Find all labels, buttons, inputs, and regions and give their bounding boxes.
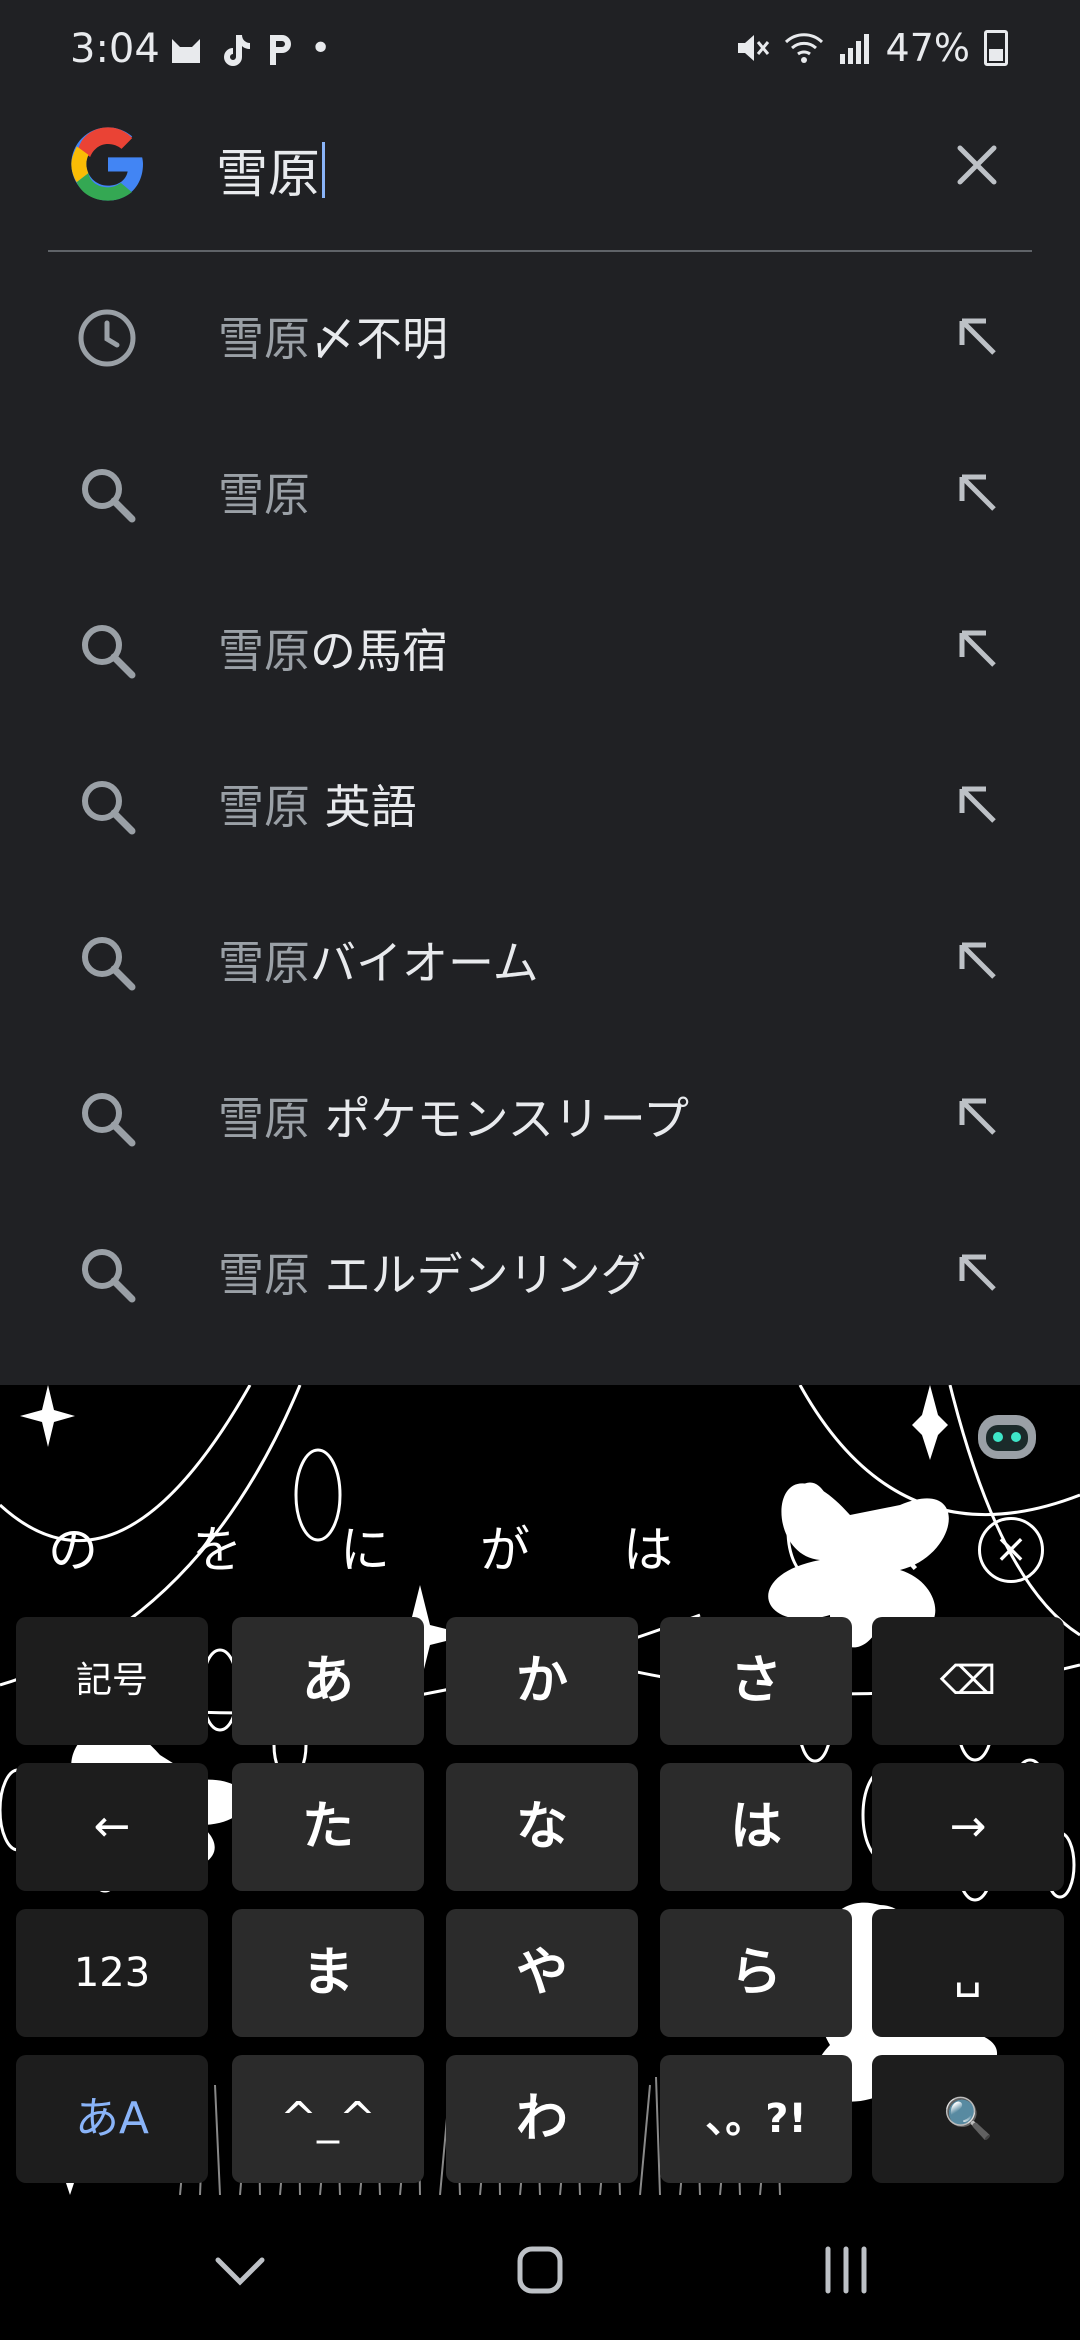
search-bar: 雪原 bbox=[48, 110, 1032, 252]
keyboard: の を に が は 、 × 記号 あ か さ ⌫ ← た な は → 123 ま… bbox=[0, 1385, 1080, 2195]
search-icon bbox=[82, 1249, 136, 1303]
home-button-icon[interactable] bbox=[500, 2235, 580, 2305]
key-na-row[interactable]: な bbox=[446, 1763, 638, 1891]
cursor-right-key[interactable]: → bbox=[872, 1763, 1064, 1891]
key-a-row[interactable]: あ bbox=[232, 1617, 424, 1745]
cat-app-icon bbox=[172, 38, 200, 63]
search-icon bbox=[82, 469, 136, 523]
punctuation-key[interactable]: 、。?! bbox=[660, 2055, 852, 2183]
suggestion-item[interactable]: 雪原バイオーム bbox=[0, 879, 1080, 1035]
fill-query-arrow-icon[interactable] bbox=[948, 619, 1008, 679]
fill-query-arrow-icon[interactable] bbox=[948, 1243, 1008, 1303]
input-mode-toggle-key[interactable]: あA bbox=[16, 2055, 208, 2183]
key-ra-row[interactable]: ら bbox=[660, 1909, 852, 2037]
status-dot: • bbox=[310, 28, 332, 69]
cursor-left-key[interactable]: ← bbox=[16, 1763, 208, 1891]
key-ta-row[interactable]: た bbox=[232, 1763, 424, 1891]
fill-query-arrow-icon[interactable] bbox=[948, 1087, 1008, 1147]
fill-query-arrow-icon[interactable] bbox=[948, 307, 1008, 367]
key-ka-row[interactable]: か bbox=[446, 1617, 638, 1745]
search-icon bbox=[82, 1093, 136, 1147]
numeric-mode-key[interactable]: 123 bbox=[16, 1909, 208, 2037]
p-app-icon bbox=[270, 34, 291, 65]
suggestion-text: 雪原バイオーム bbox=[218, 936, 539, 990]
suggestion-text: 雪原 英語 bbox=[218, 780, 417, 834]
suggestion-item[interactable]: 雪原 bbox=[0, 411, 1080, 567]
search-enter-key[interactable]: 🔍 bbox=[872, 2055, 1064, 2183]
suggestion-text: 雪原の馬宿 bbox=[218, 624, 448, 678]
status-bar: 3:04 • 47% bbox=[0, 0, 1080, 100]
key-ma-row[interactable]: ま bbox=[232, 1909, 424, 2037]
navigation-bar bbox=[0, 2195, 1080, 2340]
suggestion-item[interactable]: 雪原 ポケモンスリープ bbox=[0, 1035, 1080, 1191]
hide-keyboard-chevron-icon[interactable] bbox=[200, 2235, 280, 2305]
status-app-icons: • bbox=[168, 28, 331, 69]
signal-icon bbox=[839, 34, 869, 64]
history-clock-icon bbox=[78, 309, 136, 367]
status-right: 47% bbox=[734, 26, 1008, 70]
search-query: 雪原 bbox=[216, 145, 321, 205]
candidate-close-button[interactable]: × bbox=[978, 1517, 1044, 1583]
google-logo-icon bbox=[71, 127, 143, 201]
clear-search-button[interactable] bbox=[942, 130, 1012, 200]
keyboard-mascot-icon[interactable] bbox=[974, 1405, 1040, 1465]
text-cursor bbox=[322, 141, 326, 198]
key-ha-row[interactable]: は bbox=[660, 1763, 852, 1891]
suggestion-text: 雪原〆不明 bbox=[218, 312, 448, 366]
suggestion-item[interactable]: 雪原 英語 bbox=[0, 723, 1080, 879]
search-icon bbox=[82, 937, 136, 991]
candidate-word[interactable]: が bbox=[480, 1510, 530, 1582]
battery-percent: 47% bbox=[885, 26, 970, 70]
suggestion-item[interactable]: 雪原の馬宿 bbox=[0, 567, 1080, 723]
key-wa-row[interactable]: わ bbox=[446, 2055, 638, 2183]
wifi-icon bbox=[784, 33, 823, 63]
mute-icon bbox=[737, 35, 769, 61]
suggestion-text: 雪原 bbox=[218, 468, 310, 522]
search-icon bbox=[82, 781, 136, 835]
space-key[interactable]: ␣ bbox=[872, 1909, 1064, 2037]
key-symbols[interactable]: 記号 bbox=[16, 1617, 208, 1745]
candidate-word[interactable]: の bbox=[48, 1510, 98, 1582]
suggestion-list: 雪原〆不明 雪原 雪原の馬宿 雪原 英語 雪原バイオーム 雪原 ポケモンスリープ… bbox=[0, 255, 1080, 1347]
battery-icon bbox=[984, 30, 1008, 66]
key-sa-row[interactable]: さ bbox=[660, 1617, 852, 1745]
key-ya-row[interactable]: や bbox=[446, 1909, 638, 2037]
search-input[interactable]: 雪原 bbox=[216, 132, 326, 207]
candidate-word[interactable]: を bbox=[192, 1510, 242, 1582]
tiktok-icon bbox=[224, 34, 250, 66]
candidate-bar: の を に が は 、 bbox=[0, 1510, 1080, 1590]
fill-query-arrow-icon[interactable] bbox=[948, 931, 1008, 991]
suggestion-item[interactable]: 雪原 エルデンリング bbox=[0, 1191, 1080, 1347]
suggestion-item[interactable]: 雪原〆不明 bbox=[0, 255, 1080, 411]
emoticon-key[interactable]: ^_^ bbox=[232, 2055, 424, 2183]
status-time: 3:04 bbox=[70, 26, 160, 72]
candidate-word[interactable]: 、 bbox=[900, 1510, 950, 1582]
fill-query-arrow-icon[interactable] bbox=[948, 463, 1008, 523]
suggestion-text: 雪原 ポケモンスリープ bbox=[218, 1092, 689, 1146]
suggestion-text: 雪原 エルデンリング bbox=[218, 1248, 647, 1302]
backspace-key[interactable]: ⌫ bbox=[872, 1617, 1064, 1745]
fill-query-arrow-icon[interactable] bbox=[948, 775, 1008, 835]
search-icon bbox=[82, 625, 136, 679]
recent-apps-icon[interactable] bbox=[806, 2235, 886, 2305]
candidate-word[interactable]: は bbox=[623, 1510, 673, 1582]
candidate-word[interactable]: に bbox=[340, 1510, 390, 1582]
